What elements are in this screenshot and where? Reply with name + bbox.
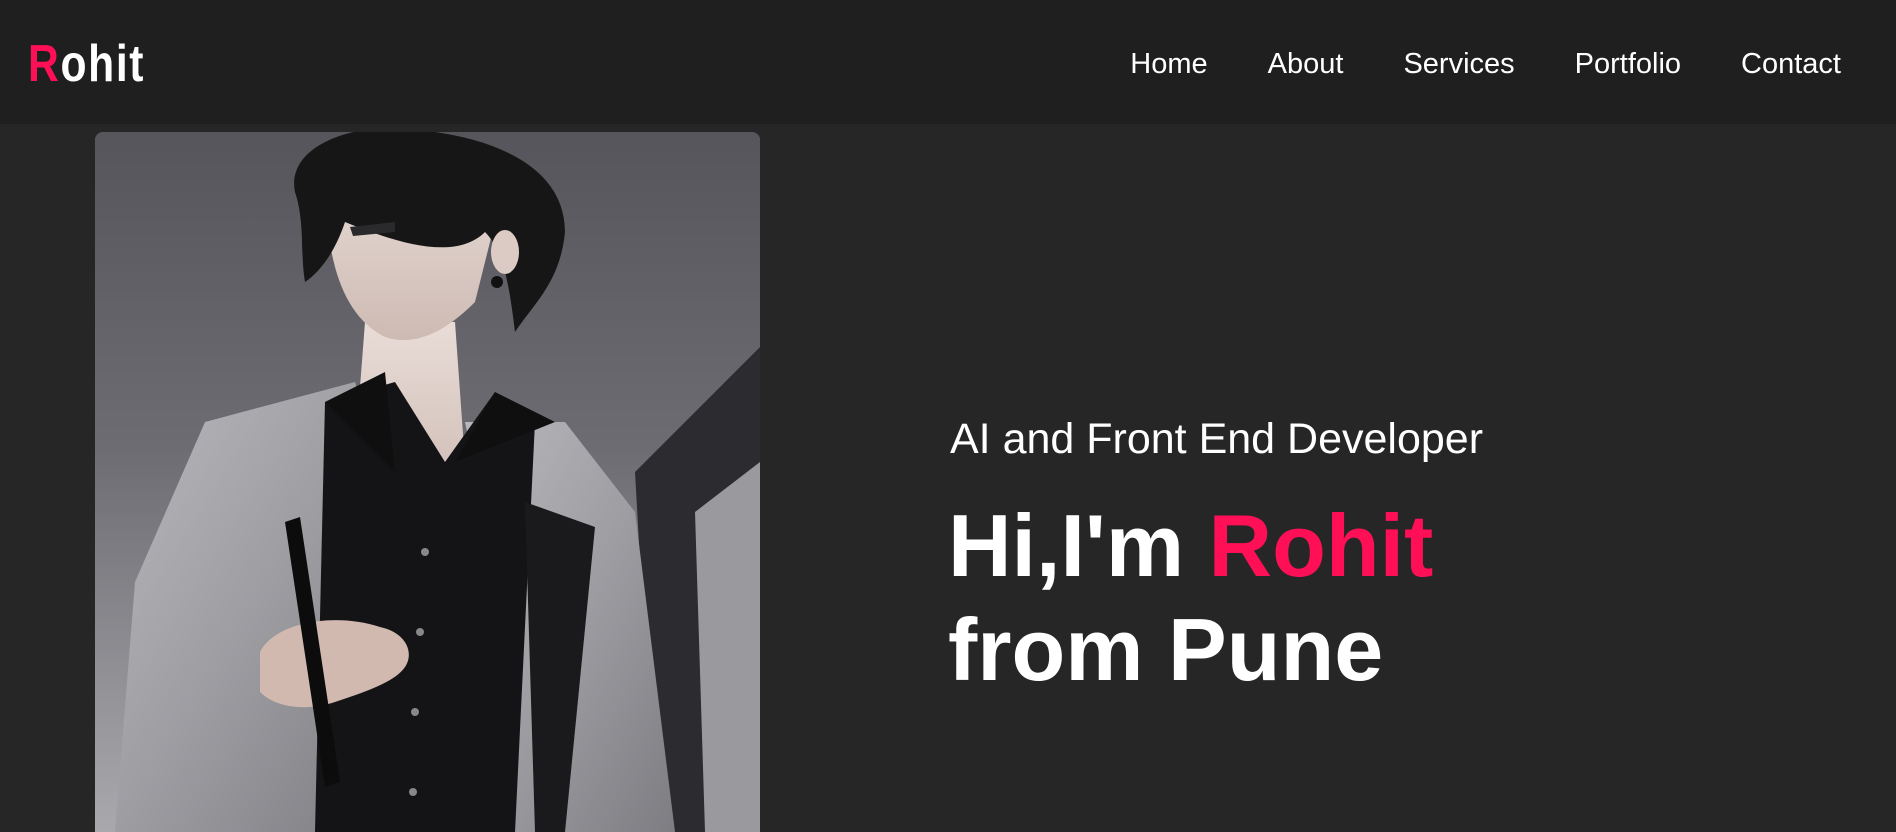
nav-home-link[interactable]: Home (1130, 46, 1207, 82)
hero-greeting: Hi,I'm (948, 496, 1185, 595)
hero-portrait-image (95, 132, 760, 832)
nav-about-link[interactable]: About (1268, 46, 1344, 82)
nav-contact-link[interactable]: Contact (1741, 46, 1841, 82)
hero-name: Rohit (1208, 496, 1434, 595)
hero-subtitle: AI and Front End Developer (950, 415, 1484, 463)
logo-initial: R (28, 35, 61, 93)
nav-portfolio-link[interactable]: Portfolio (1575, 46, 1681, 82)
main-nav: Home About Services Portfolio Contact (1130, 46, 1841, 82)
logo-rest: ohit (60, 35, 146, 93)
hero-headline: Hi,I'm Rohit from Pune (948, 494, 1433, 702)
nav-services-link[interactable]: Services (1403, 46, 1514, 82)
hero-location: from Pune (948, 600, 1384, 699)
navbar: Rohit Home About Services Portfolio Cont… (0, 0, 1896, 124)
site-logo[interactable]: Rohit (28, 36, 145, 92)
